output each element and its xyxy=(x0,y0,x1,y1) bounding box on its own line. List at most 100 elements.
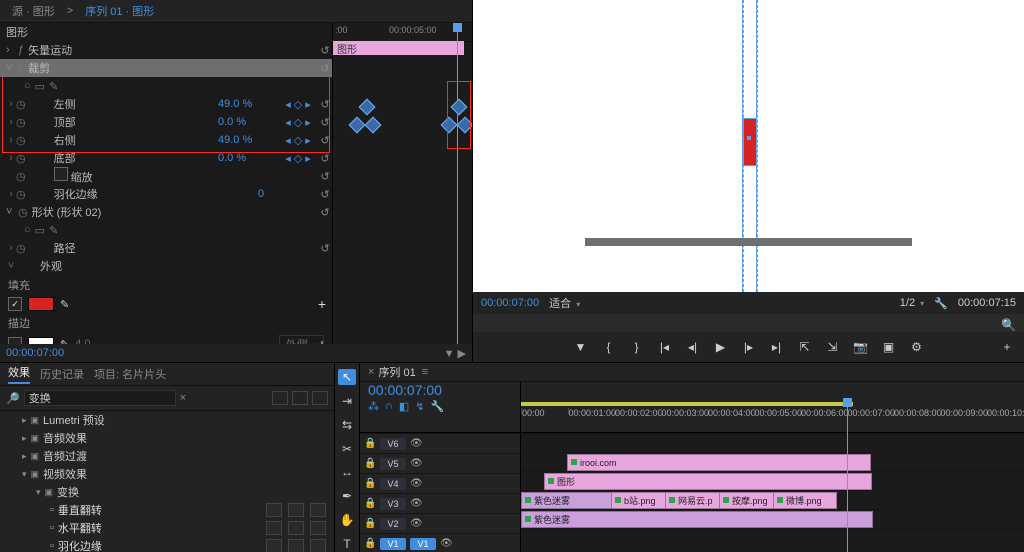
rect-mask-icon[interactable]: ▭ xyxy=(35,224,45,237)
fx-toggle-icon[interactable]: ƒ xyxy=(18,62,24,74)
reset-icon[interactable]: ↺ xyxy=(318,152,332,165)
track-target[interactable]: V2 xyxy=(380,518,406,530)
reset-icon[interactable]: ↺ xyxy=(318,98,332,111)
eye-icon[interactable]: 👁 xyxy=(410,478,422,489)
prop-appearance[interactable]: ˅ 外观 xyxy=(0,257,332,275)
track-lane[interactable] xyxy=(521,433,1024,453)
reset-icon[interactable]: ↺ xyxy=(318,188,332,201)
timeline-timecode[interactable]: 00:00:07:00 xyxy=(360,382,520,398)
stopwatch-icon[interactable]: ◷ xyxy=(16,188,26,201)
search-icon[interactable]: 🔍 xyxy=(1001,318,1016,332)
tracks-area[interactable]: irooi.com图形紫色迷雾b站.png网易云.p按摩.png微博.png紫色… xyxy=(521,433,1024,552)
track-target[interactable]: V1 xyxy=(410,538,436,550)
feather-value[interactable]: 0 xyxy=(254,188,318,200)
clip[interactable]: 微博.png xyxy=(773,492,837,509)
prop-vector-motion[interactable]: › ƒ 矢量运动 ↺ xyxy=(0,41,332,59)
monitor-seekbar[interactable]: 🔍 xyxy=(473,314,1024,332)
preset-slot[interactable] xyxy=(312,391,328,405)
ellipse-mask-icon[interactable]: ○ xyxy=(24,80,31,92)
track-target[interactable]: V6 xyxy=(380,438,406,450)
stopwatch-icon[interactable]: ◷ xyxy=(16,170,26,183)
settings-icon[interactable]: ↯ xyxy=(415,400,424,413)
crop-top[interactable]: ›◷ 顶部 0.0 % ◂ ◇ ▸ ↺ xyxy=(0,113,332,131)
reset-icon[interactable]: ↺ xyxy=(318,62,332,75)
stopwatch-icon[interactable]: ◷ xyxy=(16,134,26,147)
track-target[interactable]: V5 xyxy=(380,458,406,470)
video-track-header[interactable]: 🔒V3👁 xyxy=(360,493,520,513)
ec-filter-icon[interactable]: ▼ ▶ xyxy=(444,347,466,360)
playhead-line[interactable] xyxy=(847,433,848,552)
add-marker-icon[interactable]: ▼ xyxy=(574,340,588,354)
stroke-width[interactable]: 4.0 xyxy=(75,338,90,344)
linked-selection-icon[interactable]: ∩ xyxy=(385,400,393,413)
video-track-header[interactable]: 🔒V2👁 xyxy=(360,513,520,533)
selection-tool-icon[interactable]: ↖ xyxy=(338,369,356,385)
keyframe-marker[interactable] xyxy=(451,99,468,116)
pen-tool-icon[interactable]: ✒ xyxy=(338,488,356,504)
keyframe-marker[interactable] xyxy=(441,117,458,134)
source-patching[interactable]: V1 xyxy=(380,538,406,550)
effect-item[interactable]: ▫垂直翻转 xyxy=(0,501,334,519)
prop-crop[interactable]: ˅ ƒ 裁剪 ↺ xyxy=(0,59,332,77)
wrench-icon[interactable]: 🔧 xyxy=(934,297,948,310)
shape-preview[interactable] xyxy=(743,118,757,166)
fx-toggle-icon[interactable]: ƒ xyxy=(18,44,24,56)
crop-right-value[interactable]: 49.0 % xyxy=(214,134,278,146)
crop-top-value[interactable]: 0.0 % xyxy=(214,116,278,128)
lock-icon[interactable]: 🔒 xyxy=(364,438,376,449)
effect-item[interactable]: ▫羽化边缘 xyxy=(0,537,334,552)
prop-shape2[interactable]: ˅ ◷ 形状 (形状 02) ↺ xyxy=(0,203,332,221)
clip[interactable]: 图形 xyxy=(544,473,872,490)
keyframe-nav[interactable]: ◂ ◇ ▸ xyxy=(278,98,318,111)
keyframe-marker[interactable] xyxy=(359,99,376,116)
effect-item[interactable]: ▫水平翻转 xyxy=(0,519,334,537)
chevron-right-icon[interactable]: › xyxy=(6,44,14,56)
step-forward-icon[interactable]: |▸ xyxy=(742,340,756,354)
tab-project[interactable]: 项目: 名片片头 xyxy=(94,366,166,382)
folder-item[interactable]: ▸▣音频过渡 xyxy=(0,447,334,465)
eye-icon[interactable]: 👁 xyxy=(440,538,452,549)
go-to-in-icon[interactable]: |◂ xyxy=(658,340,672,354)
monitor-canvas[interactable] xyxy=(473,0,1024,292)
lift-icon[interactable]: ⇱ xyxy=(798,340,812,354)
lock-icon[interactable]: 🔒 xyxy=(364,498,376,509)
folder-item[interactable]: ▸▣Lumetri 预设 xyxy=(0,411,334,429)
extract-icon[interactable]: ⇲ xyxy=(826,340,840,354)
compare-icon[interactable]: ▣ xyxy=(882,340,896,354)
reset-icon[interactable]: ↺ xyxy=(318,170,332,183)
prop-path[interactable]: ›◷ 路径 ↺ xyxy=(0,239,332,257)
fill-checkbox[interactable]: ✓ xyxy=(8,297,22,311)
keyframe-marker[interactable] xyxy=(457,117,472,134)
ec-root[interactable]: 图形 xyxy=(0,23,332,41)
fill-swatch[interactable] xyxy=(28,297,54,311)
crop-left-value[interactable]: 49.0 % xyxy=(214,98,278,110)
zoom-dropdown[interactable]: 适合 ▾ xyxy=(549,295,580,311)
sequence-tab[interactable]: 序列 01 xyxy=(378,364,415,380)
mark-in-icon[interactable]: { xyxy=(602,340,616,354)
crop-left[interactable]: ›◷ 左侧 49.0 % ◂ ◇ ▸ ↺ xyxy=(0,95,332,113)
wrench-icon[interactable]: 🔧 xyxy=(431,400,445,413)
eye-icon[interactable]: 👁 xyxy=(410,438,422,449)
eyedropper-icon[interactable]: ✎ xyxy=(60,338,69,345)
hand-tool-icon[interactable]: ✋ xyxy=(338,512,356,528)
search-input[interactable] xyxy=(24,390,176,406)
rect-mask-icon[interactable]: ▭ xyxy=(35,80,45,93)
keyframe-marker[interactable] xyxy=(365,117,382,134)
reset-icon[interactable]: ↺ xyxy=(318,242,332,255)
play-icon[interactable]: ▶ xyxy=(714,340,728,354)
stopwatch-icon[interactable]: ◷ xyxy=(16,152,26,165)
track-select-tool-icon[interactable]: ⇥ xyxy=(338,393,356,409)
reset-icon[interactable]: ↺ xyxy=(318,44,332,57)
marker-icon[interactable]: ◧ xyxy=(399,400,409,413)
timeline-ruler[interactable]: 00:0000:00:01:0000:00:02:0000:00:03:0000… xyxy=(521,408,1024,430)
clip[interactable]: irooi.com xyxy=(567,454,871,471)
timeline-ruler-area[interactable]: 00:0000:00:01:0000:00:02:0000:00:03:0000… xyxy=(521,382,1024,432)
work-area-bar[interactable] xyxy=(521,402,853,406)
chevron-down-icon[interactable]: ˅ xyxy=(6,62,14,74)
clip[interactable]: 紫色迷雾 xyxy=(521,492,615,509)
stopwatch-icon[interactable]: ◷ xyxy=(18,206,28,219)
crop-bottom[interactable]: ›◷ 底部 0.0 % ◂ ◇ ▸ ↺ xyxy=(0,149,332,167)
video-track-header[interactable]: 🔒V5👁 xyxy=(360,453,520,473)
preset-slot[interactable] xyxy=(272,391,288,405)
folder-item[interactable]: ▾▣变换 xyxy=(0,483,334,501)
